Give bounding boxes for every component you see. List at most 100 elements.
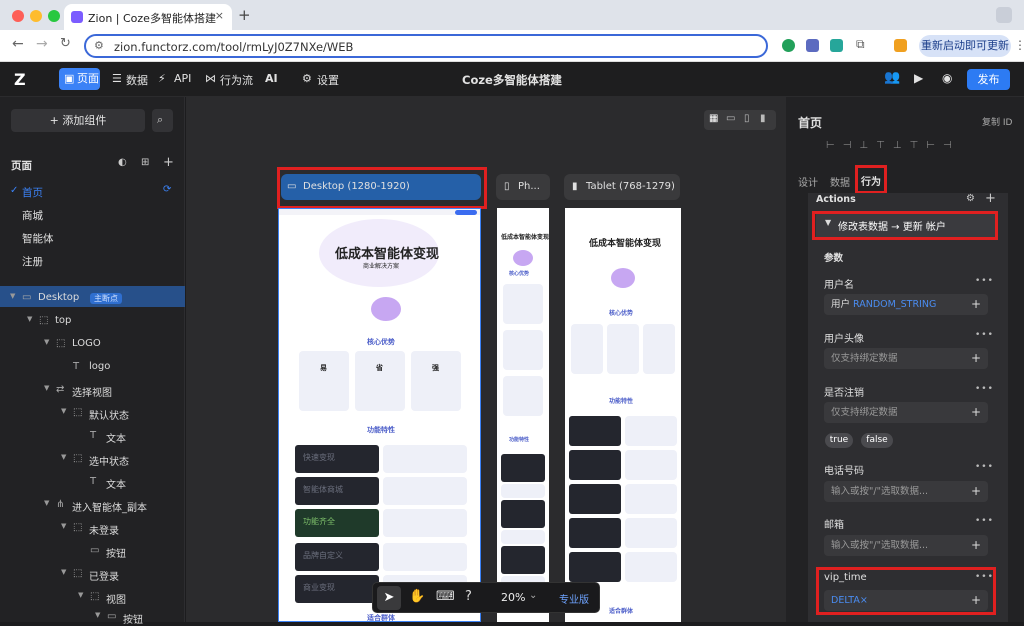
caret-down-icon[interactable]: ▼: [78, 591, 83, 599]
close-tab-icon[interactable]: ×: [215, 9, 224, 22]
param-field-username[interactable]: 用户 RANDOM_STRING +: [824, 294, 988, 315]
play-icon[interactable]: ▶: [914, 71, 923, 85]
database-icon[interactable]: ◉: [942, 71, 952, 85]
layer-tree-item[interactable]: 选择视图: [72, 384, 112, 399]
more-icon[interactable]: •••: [975, 330, 994, 340]
layer-tree-item[interactable]: top: [55, 315, 71, 326]
nav-flow[interactable]: 行为流: [220, 72, 253, 88]
phone-preview[interactable]: 低成本智能体变现 核心优势 功能特性: [497, 208, 549, 622]
profile-icon[interactable]: [894, 39, 907, 52]
pro-version-label[interactable]: 专业版: [559, 591, 589, 606]
minimize-window-button[interactable]: [30, 10, 42, 22]
url-bar[interactable]: ⚙ zion.functorz.com/tool/rmLyJ0Z7NXe/WEB: [84, 34, 768, 58]
forward-icon[interactable]: →: [36, 36, 48, 52]
tablet-view-icon[interactable]: ▮: [760, 113, 766, 124]
add-page-icon[interactable]: +: [163, 155, 174, 170]
layer-tree-item[interactable]: 已登录: [89, 568, 119, 583]
page-item-agent[interactable]: 智能体: [22, 231, 54, 246]
nav-api[interactable]: API: [174, 72, 191, 85]
project-title[interactable]: Coze多智能体搭建: [462, 72, 562, 88]
tab-design[interactable]: 设计: [798, 174, 818, 189]
more-icon[interactable]: •••: [975, 516, 994, 526]
true-option[interactable]: true: [825, 433, 853, 448]
add-icon[interactable]: +: [971, 481, 981, 502]
add-icon[interactable]: +: [971, 402, 981, 423]
layer-tree-item[interactable]: logo: [89, 361, 110, 372]
extensions-puzzle-icon[interactable]: ⧉: [856, 37, 865, 52]
add-folder-icon[interactable]: ⊞: [141, 157, 149, 168]
site-info-icon[interactable]: ⚙: [94, 39, 104, 52]
nav-settings[interactable]: 设置: [317, 72, 339, 88]
help-icon[interactable]: ?: [465, 589, 472, 604]
page-item-home[interactable]: 首页: [22, 185, 43, 200]
caret-down-icon[interactable]: ▼: [61, 407, 66, 415]
search-icon[interactable]: ⌕: [152, 109, 173, 132]
align-tools[interactable]: ⊢⊣⊥⊤⊥⊤⊢⊣: [826, 140, 990, 151]
param-field-avatar[interactable]: 仅支持绑定数据 +: [824, 348, 988, 369]
layer-tree-item[interactable]: 未登录: [89, 522, 119, 537]
close-window-button[interactable]: [12, 10, 24, 22]
home-settings-icon[interactable]: ⟳: [163, 184, 171, 195]
caret-down-icon[interactable]: ▼: [61, 568, 66, 576]
caret-down-icon[interactable]: ▼: [95, 611, 100, 619]
more-icon[interactable]: •••: [975, 462, 994, 472]
pointer-tool-icon[interactable]: ➤: [377, 586, 401, 610]
tablet-preview[interactable]: 低成本智能体变现 核心优势 功能特性 适合群体: [565, 208, 681, 622]
tab-data[interactable]: 数据: [830, 174, 850, 189]
caret-down-icon[interactable]: ▼: [10, 292, 15, 300]
add-icon[interactable]: +: [971, 294, 981, 315]
page-item-register[interactable]: 注册: [22, 254, 43, 269]
keyboard-icon[interactable]: ⌨: [436, 589, 455, 604]
layer-tree-item[interactable]: LOGO: [72, 338, 101, 349]
caret-down-icon[interactable]: ▼: [44, 384, 49, 392]
hand-tool-icon[interactable]: ✋: [409, 589, 425, 604]
copy-id-button[interactable]: 复制 ID: [982, 115, 1012, 128]
browser-menu-icon[interactable]: ⋮: [1014, 38, 1024, 52]
maximize-window-button[interactable]: [48, 10, 60, 22]
frame-tablet-header[interactable]: ▮ Tablet (768-1279): [564, 174, 680, 200]
extension-icon[interactable]: [782, 39, 795, 52]
action-settings-icon[interactable]: ⚙: [966, 193, 975, 204]
more-icon[interactable]: •••: [975, 384, 994, 394]
reload-icon[interactable]: ↻: [60, 36, 71, 51]
caret-down-icon[interactable]: ▼: [27, 315, 32, 323]
false-option[interactable]: false: [861, 433, 893, 448]
restart-update-button[interactable]: 重新启动即可更新: [919, 35, 1011, 57]
caret-down-icon[interactable]: ▼: [44, 499, 49, 507]
caret-down-icon[interactable]: ▼: [44, 338, 49, 346]
users-icon[interactable]: 👥: [884, 70, 900, 85]
layer-tree-item[interactable]: 选中状态: [89, 453, 129, 468]
layer-tree-item[interactable]: 文本: [106, 476, 126, 491]
add-icon[interactable]: +: [971, 535, 981, 556]
layer-tree-item[interactable]: 按钮: [106, 545, 126, 560]
nav-data[interactable]: 数据: [126, 72, 148, 88]
param-field-phone[interactable]: 输入或按"/"选取数据... +: [824, 481, 988, 502]
add-icon[interactable]: +: [971, 348, 981, 369]
toggle-icon[interactable]: ◐: [118, 157, 127, 168]
layer-tree-item[interactable]: 进入智能体_副本: [72, 499, 147, 514]
chevron-down-icon[interactable]: ⌄: [552, 72, 561, 85]
layer-tree-item[interactable]: 文本: [106, 430, 126, 445]
frame-phone-header[interactable]: ▯ Ph...: [496, 174, 550, 200]
more-icon[interactable]: •••: [975, 276, 994, 286]
extension-icon[interactable]: [806, 39, 819, 52]
zoom-chevron-icon[interactable]: ⌄: [529, 590, 537, 601]
add-component-button[interactable]: + 添加组件: [11, 109, 145, 132]
extension-icon[interactable]: [830, 39, 843, 52]
layer-tree-item[interactable]: 按钮: [123, 611, 143, 626]
nav-ai[interactable]: AI: [265, 72, 278, 85]
tab-list-button[interactable]: [996, 7, 1012, 23]
grid-view-icon[interactable]: ▦: [709, 113, 718, 124]
new-tab-button[interactable]: +: [238, 6, 251, 24]
zoom-level[interactable]: 20%: [501, 591, 525, 604]
page-item-store[interactable]: 商城: [22, 208, 43, 223]
caret-down-icon[interactable]: ▼: [61, 453, 66, 461]
phone-view-icon[interactable]: ▯: [744, 113, 750, 124]
layer-tree-item[interactable]: Desktop: [38, 292, 79, 303]
desktop-view-icon[interactable]: ▭: [726, 113, 735, 124]
desktop-preview[interactable]: 低成本智能体变现 商业解决方案 核心优势 易 省 强 功能特性 快速变现 智能体…: [278, 208, 481, 622]
browser-tab[interactable]: Zion | Coze多智能体搭建 ×: [64, 4, 232, 30]
add-action-icon[interactable]: +: [985, 191, 996, 206]
layer-tree-item[interactable]: 默认状态: [89, 407, 129, 422]
param-field-deactivated[interactable]: 仅支持绑定数据 +: [824, 402, 988, 423]
